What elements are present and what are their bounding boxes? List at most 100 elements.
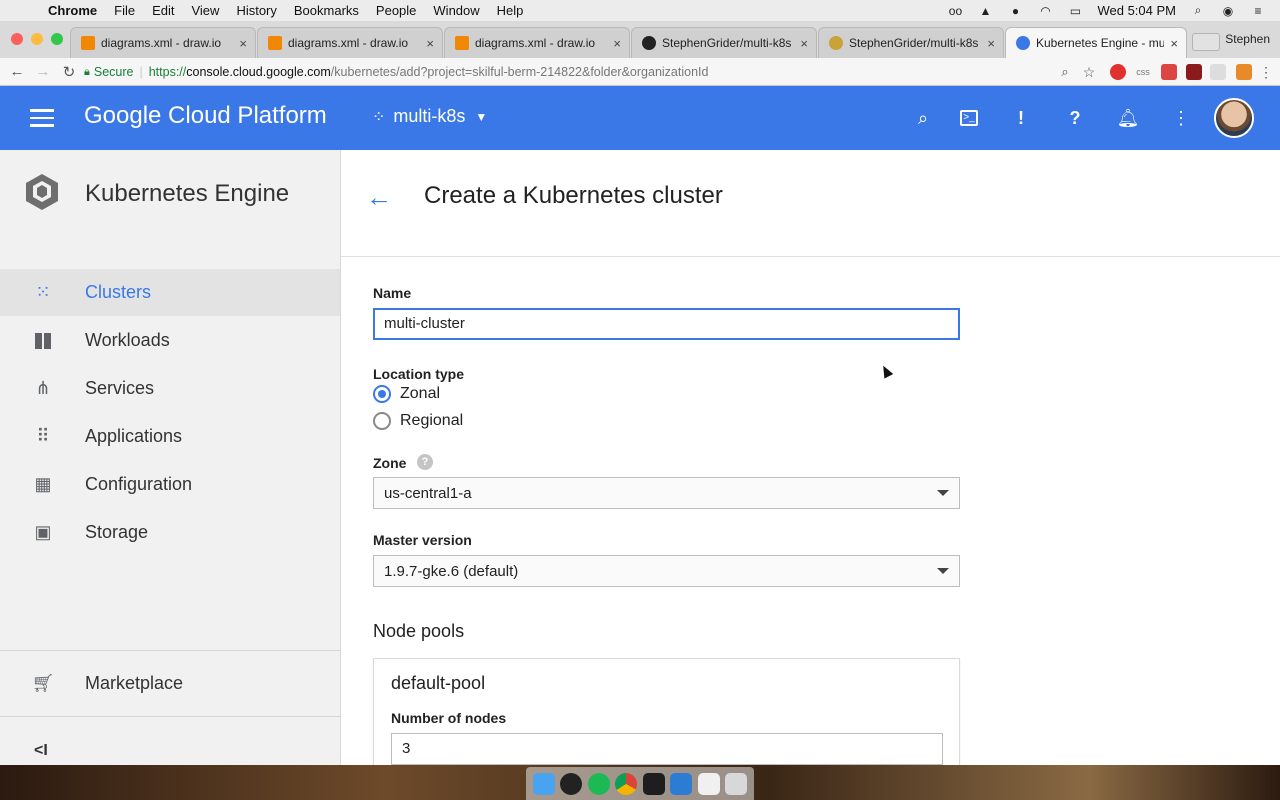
calendar-extension-icon[interactable] xyxy=(1161,64,1177,80)
page-header: ← Create a Kubernetes cluster xyxy=(341,150,1280,257)
browser-tab[interactable]: StephenGrider/multi-k8s - × xyxy=(818,27,1004,58)
tab-title: Kubernetes Engine - multi-k xyxy=(1036,36,1165,50)
page-title: Create a Kubernetes cluster xyxy=(424,182,723,209)
menu-bar-clock[interactable]: Wed 5:04 PM xyxy=(1097,3,1176,18)
chrome-menu-icon[interactable]: ⋮ xyxy=(1258,64,1274,80)
cloud-shell-icon[interactable]: >_ xyxy=(955,104,983,132)
ublock-extension-icon[interactable] xyxy=(1186,64,1202,80)
help-icon[interactable]: ? xyxy=(1061,104,1089,132)
close-tab-icon[interactable]: × xyxy=(613,36,621,51)
back-arrow-icon[interactable]: ← xyxy=(366,182,392,213)
drawio-favicon-icon xyxy=(81,36,95,50)
radio-label: Regional xyxy=(400,412,464,429)
css-extension-icon[interactable]: css xyxy=(1135,64,1151,80)
cluster-name-input[interactable]: multi-cluster xyxy=(373,308,960,340)
browser-tab[interactable]: StephenGrider/multi-k8s × xyxy=(631,27,817,58)
minimize-window-button[interactable] xyxy=(31,33,43,45)
close-window-button[interactable] xyxy=(11,33,23,45)
url-path: /kubernetes/add?project=skilful-berm-214… xyxy=(330,65,709,79)
sidebar-item-label: Configuration xyxy=(85,474,193,494)
metamask-extension-icon[interactable] xyxy=(1236,64,1252,80)
glasses-icon[interactable]: oo xyxy=(947,4,963,18)
avatar[interactable] xyxy=(1214,98,1254,138)
sidebar-item-label: Storage xyxy=(85,522,149,542)
product-name: Kubernetes Engine xyxy=(85,180,290,207)
menu-file[interactable]: File xyxy=(114,3,135,18)
feedback-icon[interactable]: ! xyxy=(1007,104,1035,132)
close-tab-icon[interactable]: × xyxy=(239,36,247,51)
more-options-icon[interactable]: ⋮ xyxy=(1167,104,1195,132)
reload-icon[interactable]: ↻ xyxy=(60,63,78,81)
menu-history[interactable]: History xyxy=(236,3,276,18)
configuration-icon: ▦ xyxy=(34,474,52,494)
radio-regional[interactable]: Regional xyxy=(373,412,463,430)
zoom-window-button[interactable] xyxy=(51,33,63,45)
sidebar-item-configuration[interactable]: ▦ Configuration xyxy=(0,461,340,508)
app-menu[interactable]: Chrome xyxy=(48,3,97,18)
sidebar-item-workloads[interactable]: Workloads xyxy=(0,317,340,364)
menu-view[interactable]: View xyxy=(191,3,219,18)
profile-button[interactable]: Stephen xyxy=(1225,32,1270,46)
radio-button-checked[interactable] xyxy=(373,385,391,403)
browser-tab-active[interactable]: Kubernetes Engine - multi-k × xyxy=(1005,27,1187,58)
menu-window[interactable]: Window xyxy=(433,3,479,18)
search-icon[interactable]: ⌕ xyxy=(909,104,937,132)
close-tab-icon[interactable]: × xyxy=(426,36,434,51)
address-bar[interactable]: 🔒︎ Secure | https://console.cloud.google… xyxy=(84,61,1076,83)
browser-tab[interactable]: diagrams.xml - draw.io × xyxy=(70,27,256,58)
siri-icon[interactable]: ◉ xyxy=(1220,4,1236,18)
spotify-icon[interactable] xyxy=(587,772,610,795)
collapse-sidebar-button[interactable]: <I xyxy=(34,742,48,760)
close-tab-icon[interactable]: × xyxy=(987,36,995,51)
obs-icon[interactable] xyxy=(560,772,583,795)
docker-icon[interactable]: ▲ xyxy=(977,4,993,18)
back-icon[interactable]: ← xyxy=(8,63,26,80)
gcp-title[interactable]: Google Cloud Platform xyxy=(84,102,327,130)
extension-icon[interactable] xyxy=(1210,64,1226,80)
master-version-value: 1.9.7-gke.6 (default) xyxy=(384,562,519,580)
opera-extension-icon[interactable] xyxy=(1110,64,1126,80)
browser-tab[interactable]: diagrams.xml - draw.io × xyxy=(444,27,630,58)
sidebar-item-storage[interactable]: ▣ Storage xyxy=(0,509,340,556)
notification-center-icon[interactable]: ≡ xyxy=(1250,4,1266,18)
url-host: console.cloud.google.com xyxy=(186,65,331,79)
documents-icon[interactable] xyxy=(697,772,720,795)
finder-icon[interactable] xyxy=(532,772,555,795)
radio-zonal[interactable]: Zonal xyxy=(373,385,440,403)
dock xyxy=(526,767,754,800)
browser-tab[interactable]: diagrams.xml - draw.io × xyxy=(257,27,443,58)
terminal-icon[interactable] xyxy=(642,772,665,795)
github-favicon-icon xyxy=(642,36,656,50)
forward-icon[interactable]: → xyxy=(34,63,52,80)
menu-bookmarks[interactable]: Bookmarks xyxy=(294,3,359,18)
menu-help[interactable]: Help xyxy=(497,3,524,18)
sidebar-item-services[interactable]: ⋔ Services xyxy=(0,365,340,412)
sidebar-item-applications[interactable]: ⠿ Applications xyxy=(0,413,340,460)
radio-button[interactable] xyxy=(373,412,391,430)
sidebar-item-clusters[interactable]: ⁙ Clusters xyxy=(0,269,340,316)
chrome-icon[interactable] xyxy=(615,772,638,795)
vscode-icon[interactable] xyxy=(670,772,693,795)
zoom-icon[interactable]: ⌕ xyxy=(1057,64,1073,80)
menu-edit[interactable]: Edit xyxy=(152,3,174,18)
hamburger-menu-icon[interactable] xyxy=(30,109,54,127)
sidebar-item-marketplace[interactable]: 🛒︎ Marketplace xyxy=(0,660,340,707)
bookmark-star-icon[interactable]: ☆ xyxy=(1081,64,1097,80)
spotlight-icon[interactable]: ⌕ xyxy=(1190,3,1206,18)
master-version-select[interactable]: 1.9.7-gke.6 (default) xyxy=(373,555,960,587)
tab-title: diagrams.xml - draw.io xyxy=(475,36,596,50)
project-selector[interactable]: ⁘ multi-k8s ▼ xyxy=(372,106,487,127)
new-tab-button[interactable] xyxy=(1192,33,1220,51)
help-circle-icon[interactable]: ? xyxy=(417,454,433,470)
menu-people[interactable]: People xyxy=(376,3,416,18)
trash-icon[interactable] xyxy=(725,772,748,795)
close-tab-icon[interactable]: × xyxy=(800,36,808,51)
gcp-header: Google Cloud Platform ⁘ multi-k8s ▼ ⌕ >_… xyxy=(0,86,1280,150)
wifi-icon[interactable]: ◠ xyxy=(1037,4,1053,18)
notifications-bell-icon[interactable]: 🔔︎ xyxy=(1114,104,1142,132)
close-tab-icon[interactable]: × xyxy=(1170,36,1178,51)
number-of-nodes-input[interactable]: 3 xyxy=(391,733,943,765)
obs-icon[interactable]: ● xyxy=(1007,4,1023,18)
battery-icon[interactable]: ▭ xyxy=(1067,4,1083,18)
zone-select[interactable]: us-central1-a xyxy=(373,477,960,509)
